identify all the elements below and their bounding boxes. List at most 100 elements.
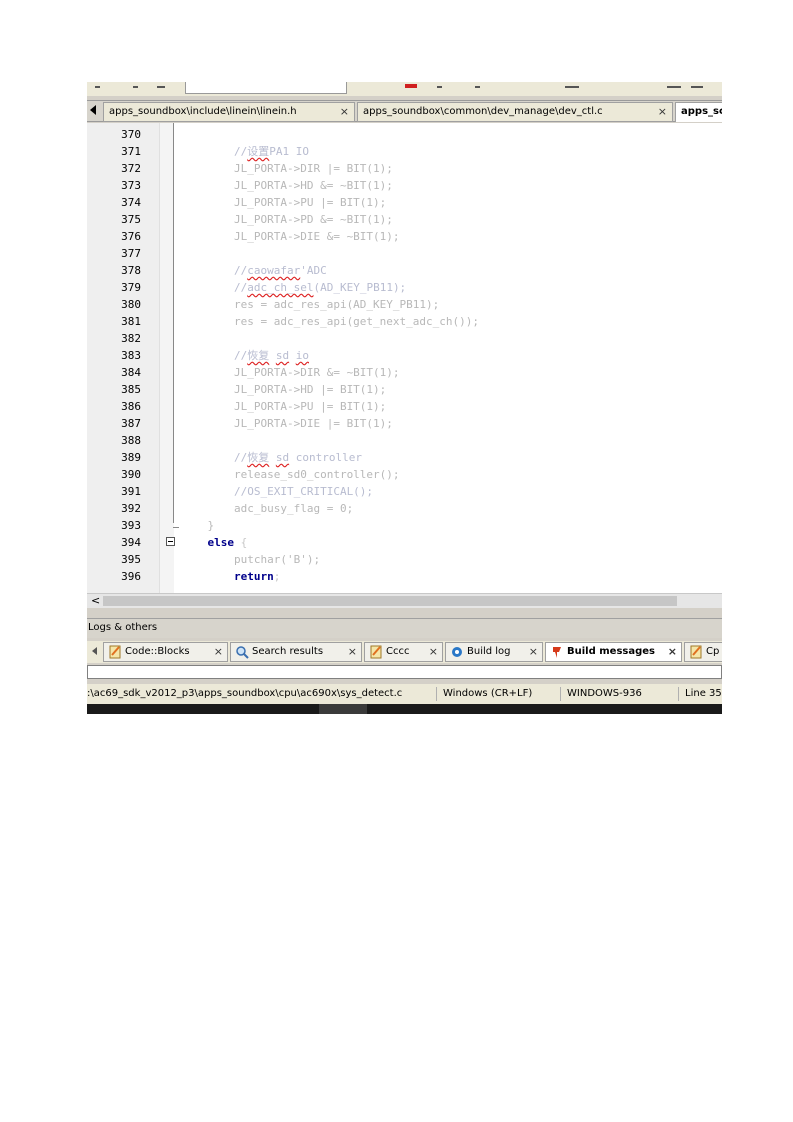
line-number: 380 bbox=[121, 298, 141, 311]
close-icon[interactable]: × bbox=[348, 643, 357, 661]
search-icon bbox=[236, 646, 249, 659]
code-line: 374 JL_PORTA->PU |= BIT(1); bbox=[87, 194, 722, 211]
scroll-left-icon[interactable]: < bbox=[91, 595, 100, 607]
log-tab-label: Cp bbox=[706, 646, 720, 657]
toolbar-button[interactable] bbox=[667, 86, 681, 88]
code-text: //caowafar'ADC bbox=[181, 264, 327, 277]
line-number: 393 bbox=[121, 519, 141, 532]
line-number: 379 bbox=[121, 281, 141, 294]
status-bar: :\ac69_sdk_v2012_p3\apps_soundbox\cpu\ac… bbox=[87, 684, 722, 704]
code-text: JL_PORTA->PD &= ~BIT(1); bbox=[181, 213, 393, 226]
gear-icon bbox=[452, 647, 462, 657]
code-line: 389 //恢复 sd controller bbox=[87, 449, 722, 466]
code-line: 396 return; bbox=[87, 568, 722, 585]
code-text: //OS_EXIT_CRITICAL(); bbox=[181, 485, 374, 498]
status-cursor-position: Line 35 bbox=[685, 688, 722, 699]
editor-tab-bar: apps_soundbox\include\linein\linein.h × … bbox=[87, 100, 722, 122]
code-text: return; bbox=[181, 570, 281, 583]
log-tab-cppcheck[interactable]: Cp bbox=[684, 642, 722, 662]
status-encoding: WINDOWS-936 bbox=[567, 688, 642, 699]
taskbar-strip bbox=[87, 704, 722, 714]
toolbar-button[interactable] bbox=[133, 86, 138, 88]
scrollbar-thumb[interactable] bbox=[103, 596, 677, 606]
line-number: 383 bbox=[121, 349, 141, 362]
tab-label: apps_soundbox\include\linein\linein.h bbox=[109, 106, 297, 117]
code-text: release_sd0_controller(); bbox=[181, 468, 400, 481]
close-icon[interactable]: × bbox=[658, 103, 667, 121]
code-line: 383 //恢复 sd io bbox=[87, 347, 722, 364]
status-separator bbox=[678, 687, 679, 701]
line-number: 388 bbox=[121, 434, 141, 447]
log-tab-label: Code::Blocks bbox=[125, 646, 190, 657]
toolbar-button[interactable] bbox=[565, 86, 579, 88]
code-text: putchar('B'); bbox=[181, 553, 321, 566]
status-separator bbox=[436, 687, 437, 701]
close-icon[interactable]: × bbox=[668, 643, 677, 661]
line-number: 389 bbox=[121, 451, 141, 464]
close-icon[interactable]: × bbox=[429, 643, 438, 661]
code-text: JL_PORTA->DIE &= ~BIT(1); bbox=[181, 230, 400, 243]
code-line: 372 JL_PORTA->DIR |= BIT(1); bbox=[87, 160, 722, 177]
line-number: 372 bbox=[121, 162, 141, 175]
tab-scroll-left-icon[interactable] bbox=[90, 105, 96, 115]
line-number: 375 bbox=[121, 213, 141, 226]
status-separator bbox=[560, 687, 561, 701]
code-text: //adc_ch_sel(AD_KEY_PB11); bbox=[181, 281, 407, 294]
code-line: 373 JL_PORTA->HD &= ~BIT(1); bbox=[87, 177, 722, 194]
line-number: 377 bbox=[121, 247, 141, 260]
code-text: res = adc_res_api(get_next_adc_ch()); bbox=[181, 315, 480, 328]
status-file-path: :\ac69_sdk_v2012_p3\apps_soundbox\cpu\ac… bbox=[87, 688, 403, 699]
log-tab-cccc[interactable]: Cccc × bbox=[364, 642, 443, 662]
code-line: 395 putchar('B'); bbox=[87, 551, 722, 568]
toolbar-button[interactable] bbox=[95, 86, 100, 88]
line-number: 381 bbox=[121, 315, 141, 328]
log-tab-search-results[interactable]: Search results × bbox=[230, 642, 362, 662]
code-text: res = adc_res_api(AD_KEY_PB11); bbox=[181, 298, 440, 311]
tab-linein-h[interactable]: apps_soundbox\include\linein\linein.h × bbox=[103, 102, 355, 122]
code-line: 375 JL_PORTA->PD &= ~BIT(1); bbox=[87, 211, 722, 228]
line-number: 384 bbox=[121, 366, 141, 379]
log-tab-build-messages[interactable]: Build messages × bbox=[545, 642, 682, 662]
log-tab-label: Search results bbox=[252, 646, 324, 657]
line-number: 378 bbox=[121, 264, 141, 277]
line-number: 394 bbox=[121, 536, 141, 549]
tab-scroll-left-icon[interactable] bbox=[92, 647, 97, 655]
code-text: JL_PORTA->DIE |= BIT(1); bbox=[181, 417, 393, 430]
tab-dev-ctl-c[interactable]: apps_soundbox\common\dev_manage\dev_ctl.… bbox=[357, 102, 673, 122]
log-tab-label: Build messages bbox=[567, 646, 655, 657]
code-line: 385 JL_PORTA->HD |= BIT(1); bbox=[87, 381, 722, 398]
logs-tab-bar: Code::Blocks × Search results × Cccc × B… bbox=[87, 641, 722, 663]
code-text: JL_PORTA->HD |= BIT(1); bbox=[181, 383, 387, 396]
log-tab-codeblocks[interactable]: Code::Blocks × bbox=[103, 642, 228, 662]
close-icon[interactable]: × bbox=[340, 103, 349, 121]
horizontal-scrollbar[interactable]: < bbox=[87, 593, 722, 608]
toolbar-button[interactable] bbox=[691, 86, 703, 88]
code-text: JL_PORTA->DIR |= BIT(1); bbox=[181, 162, 393, 175]
log-tab-build-log[interactable]: Build log × bbox=[445, 642, 543, 662]
pin-icon bbox=[553, 647, 561, 658]
code-line: 386 JL_PORTA->PU |= BIT(1); bbox=[87, 398, 722, 415]
notepad-icon bbox=[109, 645, 121, 659]
status-line-ending: Windows (CR+LF) bbox=[443, 688, 533, 699]
line-number: 374 bbox=[121, 196, 141, 209]
code-line: 390 release_sd0_controller(); bbox=[87, 466, 722, 483]
line-number: 390 bbox=[121, 468, 141, 481]
close-icon[interactable]: × bbox=[214, 643, 223, 661]
code-editor[interactable]: 370 371 //设置PA1 IO 372 JL_PORTA->DIR |= BI… bbox=[87, 123, 722, 593]
code-line: 371 //设置PA1 IO bbox=[87, 143, 722, 160]
log-content-area[interactable] bbox=[87, 665, 722, 679]
stop-icon[interactable] bbox=[405, 84, 417, 88]
line-number: 395 bbox=[121, 553, 141, 566]
code-line: 380 res = adc_res_api(AD_KEY_PB11); bbox=[87, 296, 722, 313]
code-line: 391 //OS_EXIT_CRITICAL(); bbox=[87, 483, 722, 500]
line-number: 371 bbox=[121, 145, 141, 158]
code-text: JL_PORTA->PU |= BIT(1); bbox=[181, 196, 387, 209]
toolbar-button[interactable] bbox=[475, 86, 480, 88]
code-line: 393 } bbox=[87, 517, 722, 534]
toolbar-button[interactable] bbox=[437, 86, 442, 88]
toolbar-button[interactable] bbox=[157, 86, 165, 88]
toolbar-combo[interactable] bbox=[185, 82, 347, 94]
code-text: } bbox=[181, 519, 215, 532]
tab-active-file[interactable]: apps_sc bbox=[675, 102, 722, 122]
close-icon[interactable]: × bbox=[529, 643, 538, 661]
